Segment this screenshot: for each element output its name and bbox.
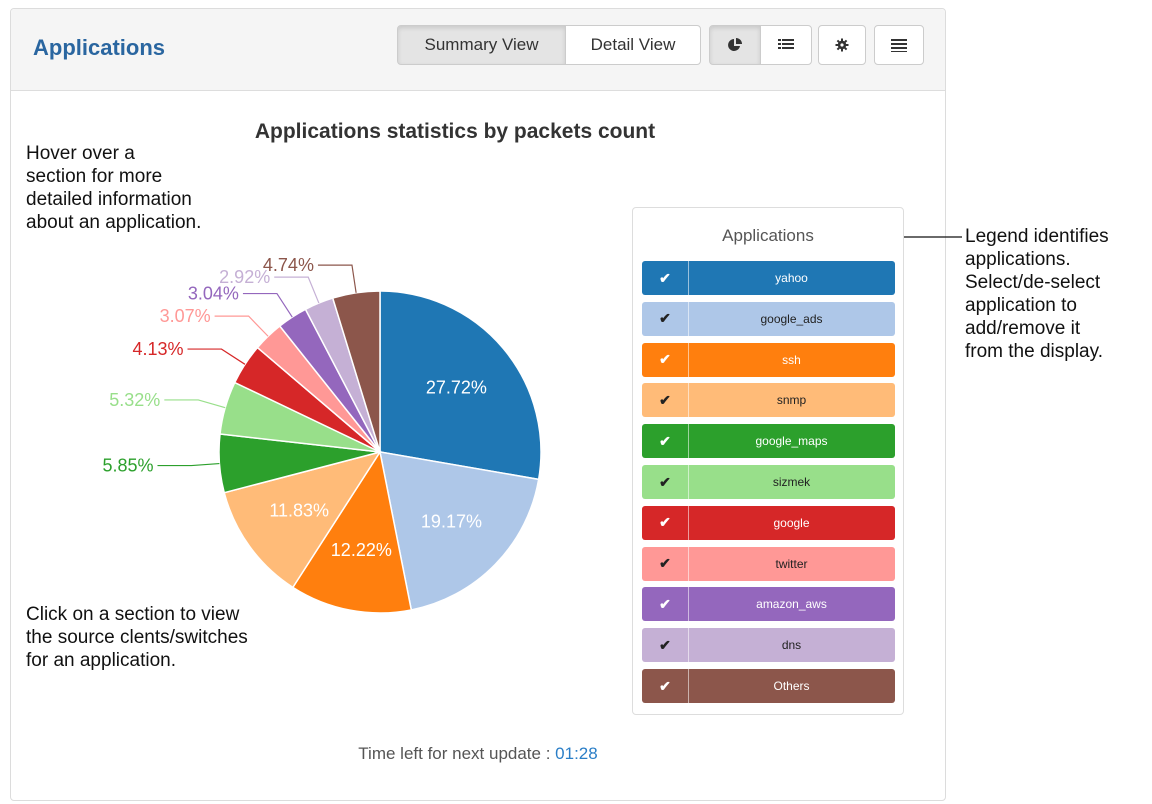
slice-value-label: 27.72% (426, 378, 487, 398)
legend-item-others[interactable]: ✔ Others (642, 669, 895, 703)
legend-item-google-ads[interactable]: ✔ google_ads (642, 301, 895, 336)
legend-item-label: google_maps (755, 434, 828, 449)
legend-item-label: twitter (775, 556, 808, 571)
legend-item-twitter[interactable]: ✔ twitter (642, 546, 895, 581)
checkmark-icon: ✔ (642, 505, 689, 540)
legend-panel: Applications ✔ yahoo ✔ google_ads ✔ ssh ✔ snmp ✔… (632, 207, 904, 715)
checkmark-icon: ✔ (642, 383, 689, 418)
legend-item-amazon-aws[interactable]: ✔ amazon_aws (642, 587, 895, 622)
slice-leader-line (317, 264, 357, 293)
legend-item-label: google_ads (760, 311, 823, 326)
legend-item-snmp[interactable]: ✔ snmp (642, 383, 895, 418)
legend-item-dns[interactable]: ✔ dns (642, 628, 895, 663)
legend-item-ssh[interactable]: ✔ ssh (642, 342, 895, 377)
timer-value: 01:28 (555, 744, 598, 763)
slice-leader-line (214, 315, 269, 337)
slice-value-label: 11.83% (269, 501, 329, 521)
checkmark-icon: ✔ (642, 301, 689, 336)
slice-value-label: 19.17% (421, 512, 482, 532)
legend-item-label: Others (773, 679, 810, 693)
checkmark-icon: ✔ (642, 465, 689, 499)
legend-item-label: dns (781, 638, 802, 653)
slice-value-label: 12.22% (331, 540, 392, 560)
timer-label: Time left for next update : (358, 744, 556, 763)
slice-leader-line (242, 292, 293, 318)
checkmark-icon: ✔ (642, 342, 689, 377)
legend-item-google[interactable]: ✔ google (642, 505, 895, 540)
legend-item-label: amazon_aws (756, 597, 827, 612)
legend-item-label: yahoo (775, 271, 808, 285)
checkmark-icon: ✔ (642, 628, 689, 663)
legend-item-sizmek[interactable]: ✔ sizmek (642, 465, 895, 499)
legend-item-label: snmp (776, 393, 807, 408)
legend-item-google-maps[interactable]: ✔ google_maps (642, 424, 895, 459)
legend-title: Applications (722, 226, 814, 245)
slice-leader-line (187, 348, 246, 365)
checkmark-icon: ✔ (642, 424, 689, 459)
slice-value-label: 4.13% (132, 339, 183, 359)
update-timer: Time left for next update : 01:28 (0, 744, 956, 764)
slice-value-label: 5.32% (109, 390, 160, 410)
checkmark-icon: ✔ (642, 261, 689, 295)
slice-value-label: 5.85% (102, 456, 153, 476)
slice-leader-line (164, 399, 226, 409)
checkmark-icon: ✔ (642, 546, 689, 581)
legend-item-label: google (773, 515, 810, 530)
checkmark-icon: ✔ (642, 587, 689, 622)
slice-value-label: 3.07% (160, 306, 211, 326)
legend-item-yahoo[interactable]: ✔ yahoo (642, 261, 895, 295)
slice-value-label: 4.74% (263, 255, 314, 275)
legend-item-label: ssh (782, 352, 801, 367)
pie-chart[interactable]: 27.72% 19.17% 12.22%11.83% 5.85% 5.32% 4.13% 3… (0, 0, 1152, 804)
slice-leader-line (157, 462, 220, 467)
legend-item-label: sizmek (772, 475, 811, 489)
checkmark-icon: ✔ (642, 669, 689, 703)
